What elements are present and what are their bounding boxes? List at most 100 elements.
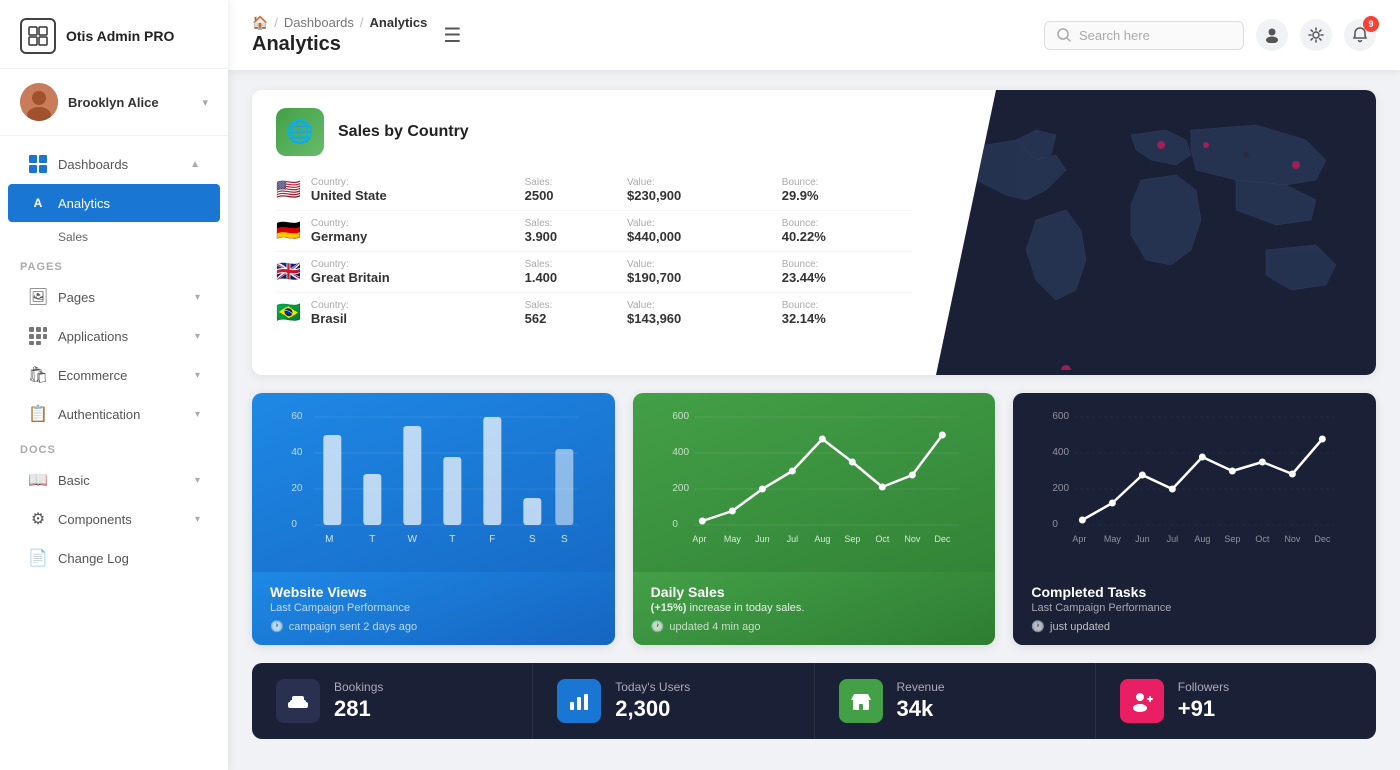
user-icon	[1264, 27, 1280, 43]
value-cell: Value: $143,960	[627, 293, 782, 334]
sidebar-item-changelog[interactable]: 📄 Change Log	[8, 539, 220, 577]
daily-sales-footer: 🕐updated 4 min ago	[651, 620, 978, 633]
svg-text:400: 400	[672, 447, 689, 458]
svg-text:60: 60	[291, 411, 303, 422]
svg-text:600: 600	[1053, 411, 1070, 422]
today-users-icon	[557, 679, 601, 723]
sidebar-item-applications[interactable]: Applications ▾	[8, 317, 220, 355]
svg-text:0: 0	[291, 519, 297, 530]
table-row: 🇬🇧 Country: Great Britain Sales: 1.400 V…	[276, 252, 912, 293]
user-profile-button[interactable]	[1256, 19, 1288, 51]
sales-cell: Sales: 562	[525, 293, 627, 334]
sales-cell: Sales: 3.900	[525, 211, 627, 252]
ecommerce-label: Ecommerce	[58, 368, 127, 383]
completed-tasks-info: Completed Tasks Last Campaign Performanc…	[1013, 572, 1376, 645]
completed-tasks-footer: 🕐just updated	[1031, 620, 1358, 633]
svg-text:Aug: Aug	[814, 534, 830, 544]
applications-label: Applications	[58, 329, 128, 344]
search-input[interactable]	[1079, 28, 1219, 43]
notification-badge: 9	[1363, 16, 1379, 32]
website-views-info: Website Views Last Campaign Performance …	[252, 572, 615, 645]
menu-icon[interactable]: ☰	[443, 23, 461, 48]
sidebar-item-analytics[interactable]: A Analytics	[8, 184, 220, 222]
svg-text:Aug: Aug	[1195, 534, 1211, 544]
revenue-info: Revenue 34k	[897, 680, 945, 722]
value-cell: Value: $230,900	[627, 170, 782, 211]
bounce-cell: Bounce: 40.22%	[782, 211, 912, 252]
svg-text:Sep: Sep	[844, 534, 860, 544]
completed-tasks-card: 600 400 200 0	[1013, 393, 1376, 645]
sidebar-item-dashboards[interactable]: Dashboards ▲	[8, 145, 220, 183]
pages-label: Pages	[58, 290, 95, 305]
store-icon	[850, 690, 872, 712]
sidebar-item-pages[interactable]: 🖼 Pages ▾	[8, 278, 220, 316]
dashboards-chevron-icon: ▲	[190, 159, 200, 170]
sales-cell: Sales: 1.400	[525, 252, 627, 293]
breadcrumb-dashboards[interactable]: Dashboards	[284, 15, 354, 30]
search-box[interactable]	[1044, 21, 1244, 50]
breadcrumb-sep1: /	[274, 15, 278, 30]
sales-by-country-card: 🌐 Sales by Country 🇺🇸 Country: United St…	[252, 90, 1376, 375]
dashboards-label: Dashboards	[58, 157, 128, 172]
bounce-cell: Bounce: 23.44%	[782, 252, 912, 293]
stat-today-users: Today's Users 2,300	[533, 663, 814, 739]
svg-text:W: W	[408, 534, 418, 545]
page-title: Analytics	[252, 33, 427, 56]
sidebar-user[interactable]: Brooklyn Alice ▾	[0, 69, 228, 136]
world-map	[936, 90, 1376, 375]
charts-row: 60 40 20 0	[252, 393, 1376, 645]
daily-sales-chart: 600 400 200 0	[633, 393, 996, 572]
svg-text:Nov: Nov	[904, 534, 921, 544]
components-label: Components	[58, 512, 132, 527]
basic-label: Basic	[58, 473, 90, 488]
sales-card-header: 🌐 Sales by Country	[276, 108, 912, 156]
revenue-icon	[839, 679, 883, 723]
svg-text:Jul: Jul	[786, 534, 798, 544]
svg-text:Jul: Jul	[1167, 534, 1179, 544]
completed-tasks-chart: 600 400 200 0	[1013, 393, 1376, 572]
bounce-cell: Bounce: 32.14%	[782, 293, 912, 334]
sidebar-item-components[interactable]: ⚙ Components ▾	[8, 500, 220, 538]
table-row: 🇧🇷 Country: Brasil Sales: 562 Value: $14…	[276, 293, 912, 334]
basic-chevron-icon: ▾	[195, 475, 200, 486]
notifications-button[interactable]: 9	[1344, 19, 1376, 51]
svg-text:Jun: Jun	[755, 534, 770, 544]
country-flag: 🇧🇷	[276, 293, 311, 334]
svg-text:S: S	[529, 534, 536, 545]
svg-text:600: 600	[672, 411, 689, 422]
bookings-icon	[276, 679, 320, 723]
sidebar-logo: Otis Admin PRO	[0, 0, 228, 69]
header-title-wrap: 🏠 / Dashboards / Analytics Analytics	[252, 15, 427, 56]
sidebar-item-basic[interactable]: 📖 Basic ▾	[8, 461, 220, 499]
svg-text:Jun: Jun	[1135, 534, 1150, 544]
sidebar-item-sales[interactable]: Sales	[8, 223, 220, 251]
pages-chevron-icon: ▾	[195, 292, 200, 303]
svg-text:Sep: Sep	[1225, 534, 1241, 544]
applications-icon	[28, 326, 48, 346]
sidebar-item-ecommerce[interactable]: 🛍 Ecommerce ▾	[8, 356, 220, 394]
logo-icon	[20, 18, 56, 54]
value-cell: Value: $440,000	[627, 211, 782, 252]
svg-text:F: F	[489, 534, 495, 545]
settings-button[interactable]	[1300, 19, 1332, 51]
sales-cell: Sales: 2500	[525, 170, 627, 211]
sales-card-left: 🌐 Sales by Country 🇺🇸 Country: United St…	[252, 90, 936, 375]
dashboards-icon	[28, 154, 48, 174]
country-flag: 🇬🇧	[276, 252, 311, 293]
changelog-label: Change Log	[58, 551, 129, 566]
bookings-value: 281	[334, 696, 383, 722]
svg-text:20: 20	[291, 483, 303, 494]
country-table: 🇺🇸 Country: United State Sales: 2500 Val…	[276, 170, 912, 333]
ecommerce-icon: 🛍	[28, 365, 48, 385]
svg-text:T: T	[449, 534, 455, 545]
analytics-label: Analytics	[58, 196, 110, 211]
country-cell: Country: United State	[311, 170, 525, 211]
sidebar-item-authentication[interactable]: 📋 Authentication ▾	[8, 395, 220, 433]
bookings-info: Bookings 281	[334, 680, 383, 722]
completed-tasks-chart-svg: 600 400 200 0	[1027, 407, 1362, 567]
analytics-icon: A	[28, 193, 48, 213]
chart-bar-icon	[568, 690, 590, 712]
sales-card-title: Sales by Country	[338, 123, 469, 141]
svg-text:S: S	[561, 534, 568, 545]
svg-text:M: M	[325, 534, 333, 545]
